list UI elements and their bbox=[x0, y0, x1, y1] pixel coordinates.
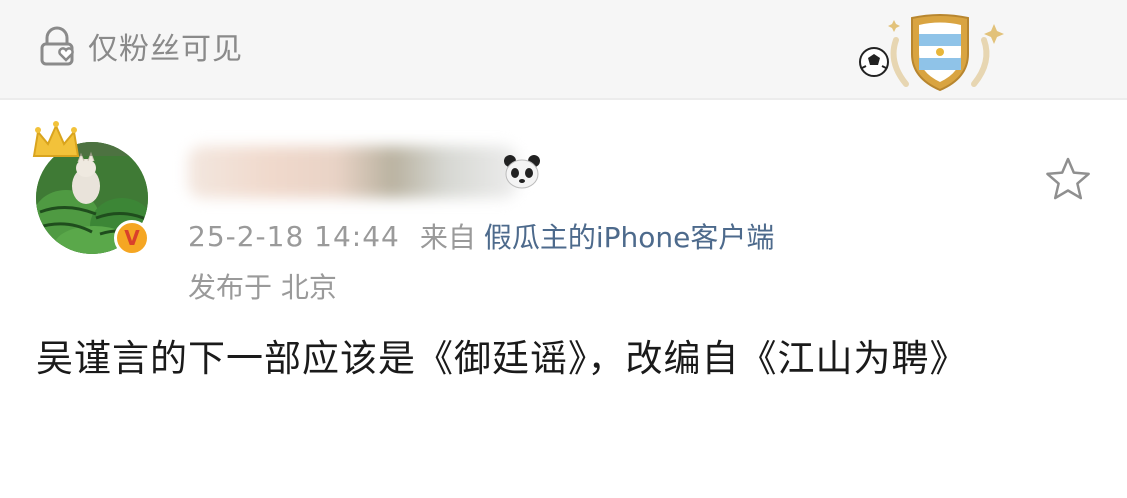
visibility-indicator: 仅粉丝可见 bbox=[36, 24, 243, 68]
source-prefix: 来自 bbox=[419, 221, 476, 254]
post-content: 吴谨言的下一部应该是《御廷谣》，改编自《江山为聘》 bbox=[36, 337, 968, 380]
visibility-label: 仅粉丝可见 bbox=[88, 32, 243, 67]
panda-emoji-icon bbox=[504, 155, 540, 189]
lock-heart-icon bbox=[40, 26, 74, 66]
post-meta: 25-2-18 14:44 来自 假瓜主的iPhone客户端 bbox=[188, 214, 774, 258]
crown-icon bbox=[32, 121, 80, 157]
argentina-shield-badge-icon bbox=[859, 14, 1004, 92]
post-location: 发布于 北京 bbox=[188, 271, 337, 304]
visibility-bar: 仅粉丝可见 bbox=[0, 0, 1127, 98]
post-source-link[interactable]: 假瓜主的iPhone客户端 bbox=[484, 216, 775, 256]
section-divider bbox=[0, 98, 1127, 100]
star-icon[interactable] bbox=[1042, 154, 1094, 206]
post-timestamp: 25-2-18 14:44 bbox=[188, 219, 400, 253]
username-blurred[interactable] bbox=[188, 146, 518, 198]
verified-badge-icon: V bbox=[114, 220, 150, 256]
